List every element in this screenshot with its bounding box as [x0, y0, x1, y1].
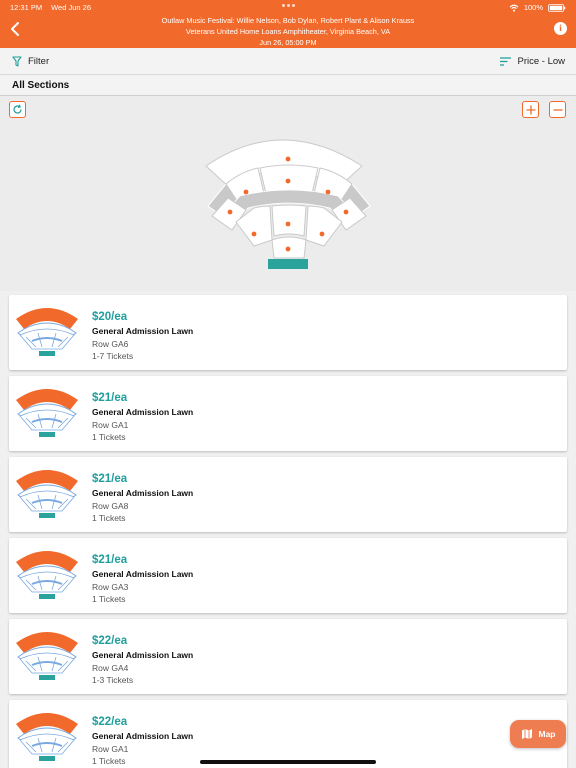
- listing-row: Row GA3: [92, 582, 129, 592]
- info-button[interactable]: i: [554, 22, 567, 35]
- plus-icon: [526, 105, 535, 114]
- listing-row: Row GA6: [92, 339, 129, 349]
- listing-section: General Admission Lawn: [92, 650, 194, 660]
- ticket-listings[interactable]: $20/ea General Admission Lawn Row GA6 1-…: [0, 291, 576, 768]
- listing-section: General Admission Lawn: [92, 731, 194, 741]
- sort-icon: [500, 57, 512, 66]
- listing-card[interactable]: $21/ea General Admission Lawn Row GA8 1 …: [9, 457, 567, 532]
- info-icon: i: [559, 23, 562, 33]
- seat-dot[interactable]: [285, 246, 291, 252]
- back-button[interactable]: [8, 20, 24, 38]
- event-venue: Veterans United Home Loans Amphitheater,…: [185, 27, 391, 36]
- refresh-icon: [13, 104, 22, 114]
- event-title: Outlaw Music Festival: Willie Nelson, Bo…: [161, 16, 415, 25]
- listing-card[interactable]: $21/ea General Admission Lawn Row GA3 1 …: [9, 538, 567, 613]
- section-thumbnail: [16, 632, 78, 680]
- multitasking-dots[interactable]: [282, 4, 295, 7]
- section-thumbnail: [16, 389, 78, 437]
- section-thumbnail: [16, 308, 78, 356]
- listing-section: General Admission Lawn: [92, 407, 194, 417]
- listing-section: General Admission Lawn: [92, 326, 194, 336]
- section-thumbnail: [16, 551, 78, 599]
- seat-dot[interactable]: [243, 189, 249, 195]
- seat-dot[interactable]: [343, 209, 349, 215]
- sort-label: Price - Low: [517, 56, 565, 67]
- listing-price: $21/ea: [92, 392, 128, 404]
- listing-quantity: 1-3 Tickets: [92, 675, 134, 685]
- status-time: 12:31 PM: [10, 3, 43, 12]
- seat-dot[interactable]: [285, 156, 291, 162]
- seat-dot[interactable]: [285, 221, 291, 227]
- status-bar-right: 100%: [509, 3, 566, 12]
- listing-price: $22/ea: [92, 635, 128, 647]
- listing-card[interactable]: $20/ea General Admission Lawn Row GA6 1-…: [9, 295, 567, 370]
- stage: [268, 259, 308, 269]
- section-thumbnail: [16, 470, 78, 518]
- listing-quantity: 1 Tickets: [92, 432, 126, 442]
- status-bar-left: 12:31 PM Wed Jun 26: [10, 3, 91, 12]
- section-lower-center[interactable]: [271, 204, 307, 237]
- sort-button[interactable]: Price - Low: [500, 56, 565, 67]
- listing-price: $21/ea: [92, 473, 128, 485]
- listing-card[interactable]: $21/ea General Admission Lawn Row GA1 1 …: [9, 376, 567, 451]
- listing-section: General Admission Lawn: [92, 488, 194, 498]
- listing-row: Row GA1: [92, 744, 129, 754]
- filter-icon: [12, 56, 22, 67]
- seat-dot[interactable]: [227, 209, 233, 215]
- listing-quantity: 1-7 Tickets: [92, 351, 134, 361]
- event-info: Outlaw Music Festival: Willie Nelson, Bo…: [80, 15, 496, 48]
- app-header: 12:31 PM Wed Jun 26 100% Outlaw Music Fe…: [0, 0, 576, 48]
- event-datetime: Jun 26, 05:00 PM: [259, 38, 317, 47]
- zoom-out-button[interactable]: [549, 101, 566, 118]
- section-title: All Sections: [12, 80, 70, 91]
- seat-map-area[interactable]: [0, 96, 576, 291]
- listing-row: Row GA8: [92, 501, 129, 511]
- home-indicator[interactable]: [200, 760, 376, 764]
- seat-dot[interactable]: [319, 231, 325, 237]
- wifi-icon: [509, 4, 519, 12]
- filter-sort-toolbar: Filter Price - Low: [0, 48, 576, 75]
- seat-dot[interactable]: [285, 178, 291, 184]
- listing-price: $20/ea: [92, 311, 128, 323]
- map-view-button[interactable]: Map: [510, 720, 566, 748]
- filter-button[interactable]: Filter: [12, 56, 49, 67]
- status-date: Wed Jun 26: [51, 3, 91, 12]
- listing-quantity: 1 Tickets: [92, 513, 126, 523]
- battery-icon: [548, 3, 566, 12]
- listing-price: $21/ea: [92, 554, 128, 566]
- venue-seat-map[interactable]: [200, 124, 378, 272]
- section-thumbnail: [16, 713, 78, 761]
- refresh-map-button[interactable]: [9, 101, 26, 118]
- map-icon: [521, 729, 532, 739]
- map-button-label: Map: [538, 729, 556, 739]
- listing-card[interactable]: $22/ea General Admission Lawn Row GA1 1 …: [9, 700, 567, 768]
- listing-row: Row GA1: [92, 420, 129, 430]
- seat-dot[interactable]: [325, 189, 331, 195]
- battery-percent: 100%: [523, 3, 543, 12]
- listing-card[interactable]: $22/ea General Admission Lawn Row GA4 1-…: [9, 619, 567, 694]
- listing-quantity: 1 Tickets: [92, 594, 126, 604]
- listing-quantity: 1 Tickets: [92, 756, 126, 766]
- chevron-left-icon: [11, 22, 19, 36]
- listing-section: General Admission Lawn: [92, 569, 194, 579]
- seat-dot[interactable]: [251, 231, 257, 237]
- minus-icon: [553, 108, 562, 111]
- listing-row: Row GA4: [92, 663, 129, 673]
- zoom-in-button[interactable]: [522, 101, 539, 118]
- filter-label: Filter: [28, 56, 50, 67]
- section-header: All Sections: [0, 76, 576, 96]
- listing-price: $22/ea: [92, 716, 128, 728]
